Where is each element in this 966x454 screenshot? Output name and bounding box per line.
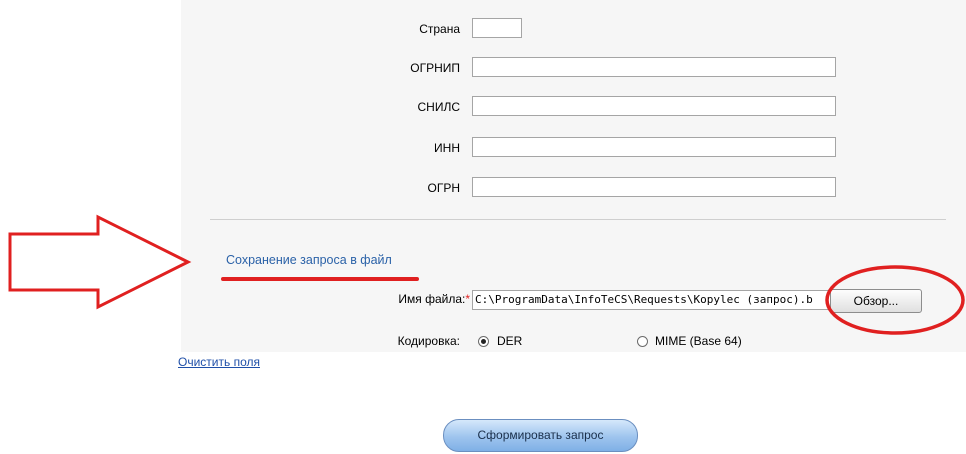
filename-label-text: Имя файла: — [398, 292, 466, 306]
encoding-mime-radio[interactable] — [637, 336, 648, 347]
country-label: Страна — [419, 22, 460, 36]
inn-input[interactable] — [472, 137, 836, 157]
section-divider — [210, 219, 946, 220]
clear-fields-link[interactable]: Очистить поля — [178, 355, 260, 369]
filename-label: Имя файла:* — [360, 288, 470, 310]
ogrn-label: ОГРН — [427, 181, 460, 195]
snils-input[interactable] — [472, 96, 836, 116]
browse-button[interactable]: Обзор... — [830, 289, 922, 313]
encoding-label: Кодировка: — [397, 334, 460, 348]
ogrnip-input[interactable] — [472, 57, 836, 77]
encoding-der-label: DER — [497, 334, 523, 348]
encoding-der-radio[interactable] — [478, 336, 489, 347]
save-to-file-link[interactable]: Сохранение запроса в файл — [226, 253, 392, 267]
snils-label: СНИЛС — [417, 100, 461, 114]
ogrn-input[interactable] — [472, 177, 836, 197]
country-input[interactable] — [472, 18, 522, 38]
submit-request-button[interactable]: Сформировать запрос — [443, 419, 638, 452]
radio-selected-dot — [481, 339, 486, 344]
annotation-underline — [221, 277, 419, 281]
ogrnip-label: ОГРНИП — [410, 61, 460, 75]
arrow-annotation-icon — [8, 214, 192, 310]
filename-input[interactable]: C:\ProgramData\InfoTeCS\Requests\Kopylec… — [472, 290, 834, 310]
inn-label: ИНН — [434, 141, 460, 155]
encoding-mime-label: MIME (Base 64) — [655, 334, 742, 348]
required-mark: * — [465, 292, 470, 306]
